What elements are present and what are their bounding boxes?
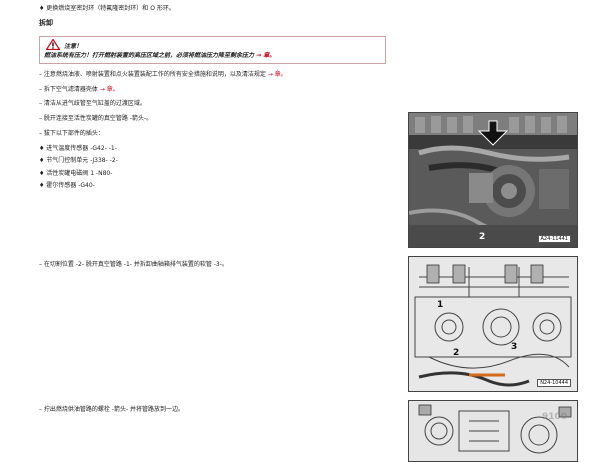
figure-label: 2 [453,348,460,358]
figure-label: 1 [437,300,444,310]
connector-item: ♦ 进气温度传感器 -G42- -1- [39,145,117,152]
warning-title: 注意！ [64,43,83,50]
connector-item: ♦ 活性炭罐电磁阀 1 -N80- [39,170,113,177]
figure-label: 2 [479,232,486,242]
figure-vacuum-illustration [409,257,577,391]
step-remove-filter-chapter-link[interactable]: → 章。 [100,86,119,93]
figure-id: A24-11441 [537,235,571,243]
connector-item: ♦ 霍尔传感器 -G40- [39,182,95,189]
figure-fuel-illustration [409,401,577,461]
figure-intake-area: 2 A24-11441 [408,112,578,248]
step-safety: – 注意燃烧油液、喷射装置和点火装置装配工作的所有安全措施和说明，以及清洁规定 … [39,71,287,79]
step-unscrew-fuel-line: – 拧出燃烧供油管路的螺栓 -箭头- 并将管路放到一边。 [39,406,185,413]
step-remove-filter: – 拆下空气滤清器壳体 → 章。 [39,86,119,94]
figure-id: N24-10444 [537,379,571,387]
figure-intake-illustration [409,113,577,247]
figure-fuel-line: 9100 [408,400,578,462]
figure-vacuum-line: 1 2 3 N24-10444 [408,256,578,392]
warning-header: 注意！ [45,38,83,53]
top-bullet: ♦ 更换燃烧室密封环（特氟隆密封环）和 O 形环。 [39,5,175,12]
step-clean: – 清洁从进气歧管至气缸盖的过渡区域。 [39,100,146,107]
watermark: 9100 [541,412,567,422]
warning-box: 注意！ 燃油系统有压力！打开燃射装置的高压区域之前，必须将燃油压力降至剩余压力 … [39,36,386,64]
warning-chapter-link[interactable]: → 章。 [256,52,275,59]
step-disconnect-vacuum: – 脱开连接至活性炭罐的真空管路 -箭头-。 [39,115,153,122]
connector-item: ♦ 节气门控制单元 -J338- -2- [39,157,118,164]
step-safety-chapter-link[interactable]: → 章。 [268,71,287,78]
step-cut-vacuum: – 在切割位置 -2- 脱开真空管路 -1- 并拆卸曲轴箱排气装置的软管 -3-… [39,261,228,268]
step-remove-filter-text: – 拆下空气滤清器壳体 [39,86,100,93]
section-title: 拆卸 [39,19,53,27]
warning-triangle-icon [45,38,61,53]
warning-text: 燃油系统有压力！打开燃射装置的高压区域之前，必须将燃油压力降至剩余压力 → 章。 [44,52,275,60]
step-unplug: – 拔下以下部件的插头： [39,130,104,137]
step-safety-text: – 注意燃烧油液、喷射装置和点火装置装配工作的所有安全措施和说明，以及清洁规定 [39,71,268,78]
warning-text-body: 燃油系统有压力！打开燃射装置的高压区域之前，必须将燃油压力降至剩余压力 [44,52,257,59]
figure-label: 3 [511,342,518,352]
